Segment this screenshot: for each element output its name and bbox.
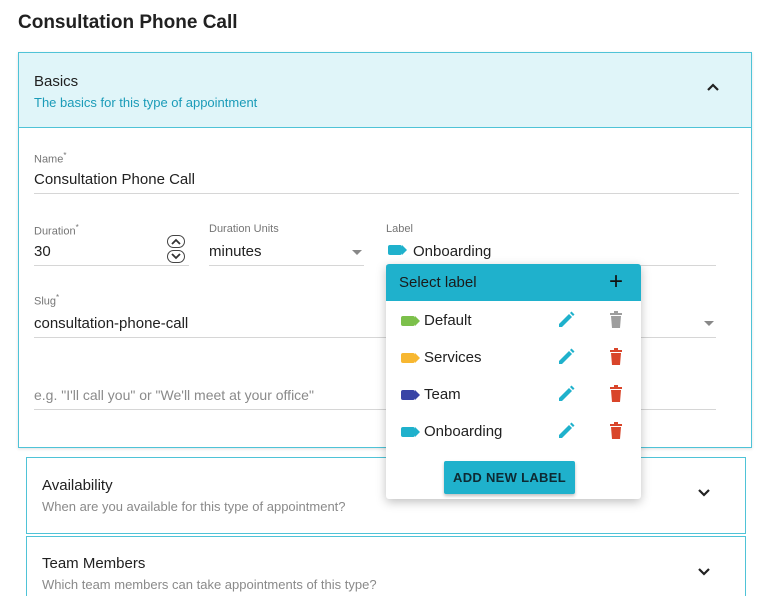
basics-title: Basics (34, 73, 79, 90)
add-new-label-button[interactable]: ADD NEW LABEL (444, 461, 575, 494)
chevron-up-icon[interactable] (705, 79, 721, 95)
location-input[interactable]: e.g. "I'll call you" or "We'll meet at y… (34, 387, 314, 403)
label-label: Label (386, 223, 413, 235)
edit-pencil-icon[interactable] (556, 421, 576, 441)
label-item-name: Onboarding (424, 423, 503, 440)
label-item-name: Default (424, 312, 472, 329)
trash-icon[interactable] (606, 421, 626, 441)
label-popup: Select label + Default Services Team Onb… (386, 264, 641, 499)
label-item-name: Services (424, 349, 482, 366)
chevron-down-icon[interactable] (697, 567, 711, 577)
label-item-default[interactable]: Default (386, 302, 641, 339)
page-title: Consultation Phone Call (18, 12, 238, 33)
caret-down-icon[interactable] (352, 250, 362, 255)
label-popup-header: Select label + (386, 264, 641, 301)
basics-subtitle: The basics for this type of appointment (34, 95, 258, 110)
team-members-subtitle: Which team members can take appointments… (42, 577, 377, 592)
duration-units-select[interactable]: minutes (209, 243, 262, 260)
edit-pencil-icon[interactable] (556, 347, 576, 367)
trash-icon[interactable] (606, 384, 626, 404)
team-members-title: Team Members (42, 555, 146, 572)
basics-panel: Basics The basics for this type of appoi… (18, 52, 752, 448)
label-popup-title: Select label (399, 274, 477, 291)
label-select[interactable]: Onboarding (413, 243, 491, 260)
units-underline (209, 265, 364, 266)
stepper-up-icon[interactable] (167, 235, 185, 248)
duration-stepper[interactable] (167, 235, 187, 265)
label-tag-icon (401, 353, 420, 363)
slug-field[interactable]: consultation-phone-call (34, 315, 188, 332)
availability-subtitle: When are you available for this type of … (42, 499, 346, 514)
label-item-team[interactable]: Team (386, 376, 641, 413)
stepper-down-icon[interactable] (167, 250, 185, 263)
name-label: Name* (34, 151, 67, 166)
name-field[interactable]: Consultation Phone Call (34, 171, 195, 188)
caret-down-icon[interactable] (704, 321, 714, 326)
team-members-panel[interactable]: Team Members Which team members can take… (26, 536, 746, 596)
name-underline (34, 193, 739, 194)
edit-pencil-icon[interactable] (556, 310, 576, 330)
trash-icon[interactable] (606, 347, 626, 367)
label-item-services[interactable]: Services (386, 339, 641, 376)
basics-panel-header[interactable]: Basics The basics for this type of appoi… (19, 53, 751, 128)
trash-icon-disabled (610, 311, 622, 328)
slug-label: Slug* (34, 293, 60, 308)
duration-underline (34, 265, 189, 266)
add-label-icon[interactable]: + (609, 268, 623, 296)
duration-label: Duration* (34, 223, 79, 238)
edit-pencil-icon[interactable] (556, 384, 576, 404)
label-tag-icon (401, 316, 420, 326)
label-tag-icon (401, 427, 420, 437)
label-tag-icon (401, 390, 420, 400)
label-item-onboarding[interactable]: Onboarding (386, 413, 641, 450)
duration-field[interactable]: 30 (34, 243, 51, 260)
chevron-down-icon[interactable] (697, 488, 711, 498)
availability-title: Availability (42, 477, 113, 494)
label-item-name: Team (424, 386, 461, 403)
duration-units-label: Duration Units (209, 223, 279, 235)
label-tag-icon (388, 245, 407, 255)
